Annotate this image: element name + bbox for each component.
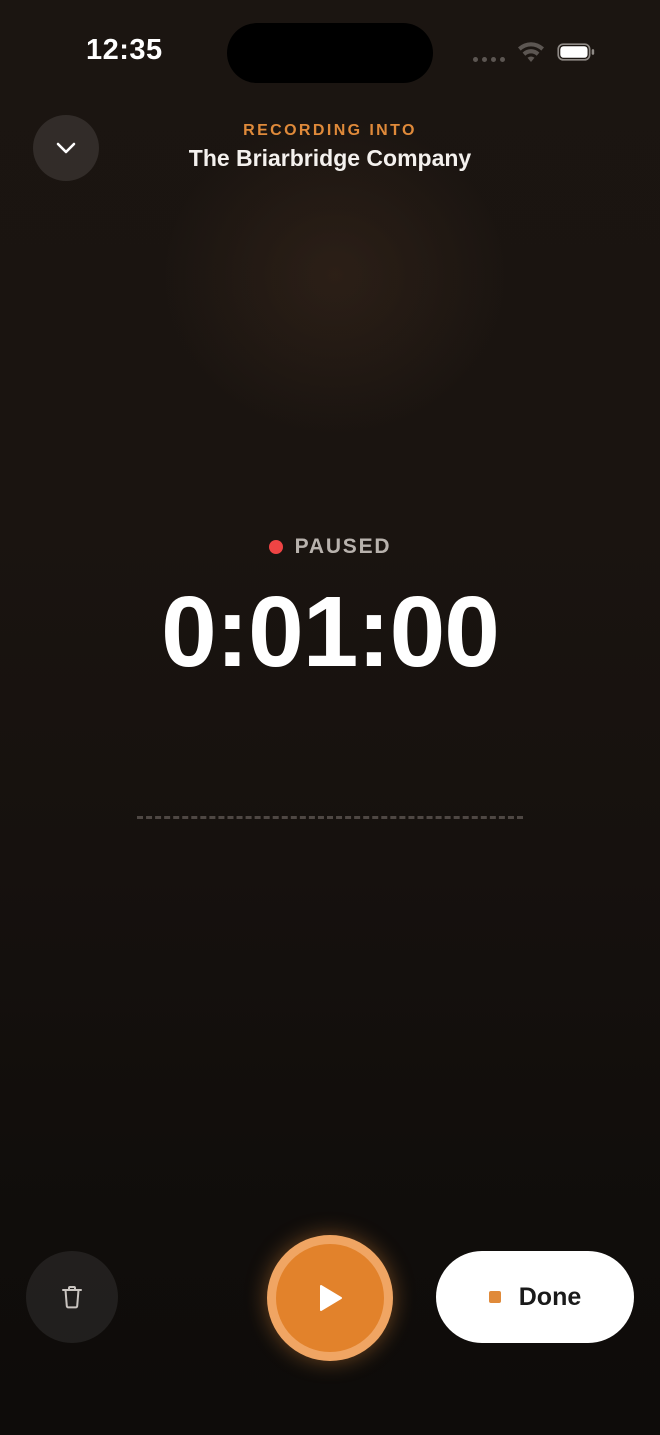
done-button-label: Done xyxy=(518,1282,582,1311)
delete-recording-button[interactable] xyxy=(26,1251,118,1343)
elapsed-timer: 0:01:00 xyxy=(161,576,500,688)
recorder-state: PAUSED xyxy=(0,535,660,559)
trash-icon xyxy=(62,1286,82,1309)
done-button[interactable]: Done xyxy=(436,1251,634,1343)
status-time: 12:35 xyxy=(86,34,163,66)
waveform-placeholder xyxy=(137,816,523,819)
recording-into-label: RECORDING INTO xyxy=(243,122,417,139)
cellular-signal-icon xyxy=(473,57,505,62)
stop-icon xyxy=(488,1291,501,1303)
play-icon xyxy=(320,1285,342,1311)
resume-play-button[interactable] xyxy=(267,1235,393,1361)
wifi-icon xyxy=(518,42,544,62)
dynamic-island xyxy=(227,23,433,83)
paused-indicator-dot xyxy=(268,540,283,554)
recording-target-title: The Briarbridge Company xyxy=(188,145,472,171)
battery-icon xyxy=(557,43,595,61)
recorder-state-label: PAUSED xyxy=(294,535,392,558)
